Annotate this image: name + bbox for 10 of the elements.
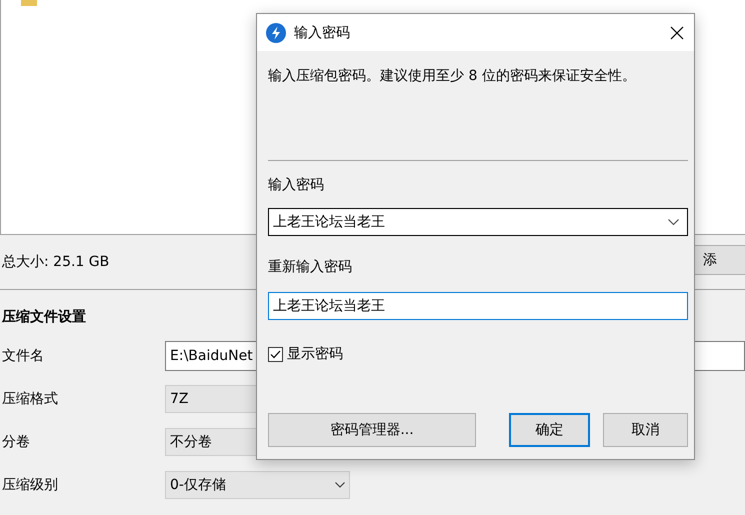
dialog-message: 输入压缩包密码。建议使用至少 8 位的密码来保证安全性。 <box>268 67 637 86</box>
field-label: 压缩格式 <box>2 390 59 408</box>
field-label: 文件名 <box>2 346 45 364</box>
total-size: 总大小: 25.1 GB <box>1 253 110 271</box>
password-label: 输入密码 <box>268 176 325 195</box>
field-label: 分卷 <box>2 432 31 450</box>
section-title: 压缩文件设置 <box>0 308 86 327</box>
field-label: 压缩级别 <box>2 476 59 494</box>
dialog-title: 输入密码 <box>294 24 351 42</box>
confirm-password-label: 重新输入密码 <box>268 258 353 277</box>
